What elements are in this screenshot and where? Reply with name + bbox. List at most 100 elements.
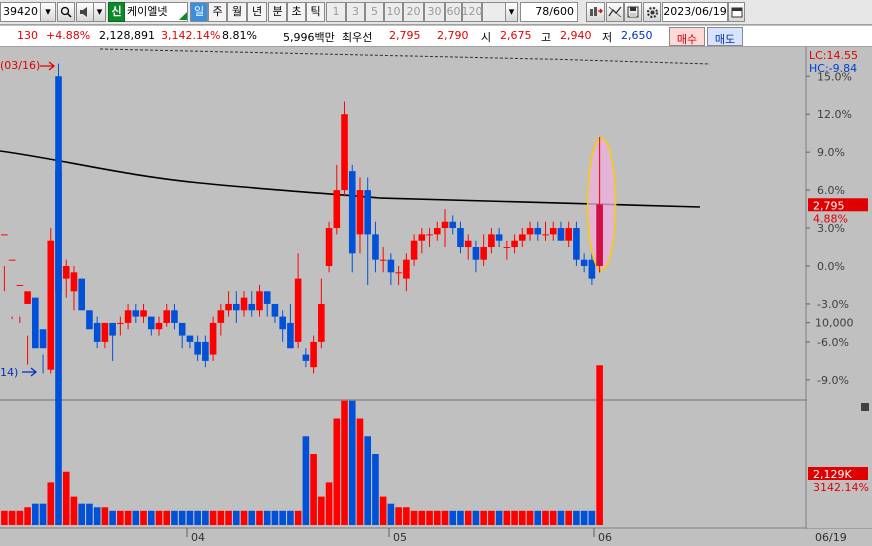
candle-body: [495, 234, 503, 241]
tab-period-label: 틱: [310, 5, 321, 18]
volume-bar: [318, 496, 325, 525]
candle-body: [565, 228, 572, 241]
volume-bar: [78, 503, 85, 525]
high-label: 고: [541, 31, 552, 44]
tab-period-0[interactable]: 일: [190, 2, 208, 22]
candle-body: [557, 228, 565, 241]
candle-body: [240, 297, 248, 311]
tab-period-1[interactable]: 주: [208, 2, 227, 22]
chart-link-icon: [589, 7, 603, 16]
candle-body: [194, 341, 201, 355]
candle-body: [356, 190, 364, 235]
tab-period-5[interactable]: 초: [287, 2, 306, 22]
settings-button[interactable]: [643, 2, 661, 22]
save-button[interactable]: [624, 2, 642, 22]
data-count-field[interactable]: 78/600: [520, 2, 578, 22]
interval-button-60[interactable]: 60: [445, 2, 462, 22]
tab-period-2[interactable]: 월: [227, 2, 247, 22]
low-price: 2,650: [621, 29, 653, 42]
volume-bar: [209, 510, 217, 525]
volume-bar: [178, 510, 186, 525]
candle-body: [140, 310, 147, 317]
volume-bar: [8, 510, 16, 525]
ask-price: 2,795: [389, 29, 421, 42]
search-button[interactable]: [57, 2, 75, 22]
turnover-pct: 8.81%: [222, 29, 257, 42]
candle-body: [24, 291, 31, 304]
interval-button-20[interactable]: 20: [403, 2, 424, 22]
candle-body: [503, 247, 511, 249]
volume-bar: [32, 503, 39, 525]
volume-bar: [588, 510, 596, 525]
stock-code-input[interactable]: 39420: [0, 2, 40, 22]
chevron-down-icon: ▾: [508, 5, 515, 18]
volume-bar: [16, 510, 24, 525]
candle-body: [8, 259, 16, 261]
interval-button-3[interactable]: 3: [346, 2, 365, 22]
current-volume: 2,129K: [813, 468, 852, 481]
candle-body: [364, 190, 372, 235]
candle-body: [32, 297, 39, 349]
volume-bar: [171, 510, 178, 525]
candle-body: [449, 221, 457, 229]
interval-button-10[interactable]: 10: [384, 2, 403, 22]
candle-body: [178, 322, 186, 336]
interval-label: 20: [406, 5, 421, 18]
stock-code-dropdown[interactable]: ▾: [40, 2, 56, 22]
volume-bar: [472, 510, 480, 525]
toolbar: 39420 ▾ ▾ 신 케이엘넷 ▾ 78/600 2023/06/19 일주월…: [0, 0, 872, 25]
buy-button-label: 매수: [676, 33, 698, 46]
hc-label: HC:-9.84: [809, 62, 857, 75]
price-chart[interactable]: 15.0%12.0%9.0%6.0%3.0%0.0%-3.0%-6.0%-9.0…: [0, 47, 872, 546]
candle-body: [233, 303, 240, 311]
yaxis-tick-label: -3.0%: [817, 298, 849, 311]
interval-button-30[interactable]: 30: [424, 2, 445, 22]
candle-body: [171, 310, 178, 323]
candle-body: [596, 204, 603, 266]
edit-chart-button[interactable]: [606, 2, 624, 22]
chart-link-button[interactable]: [586, 2, 605, 22]
low-label: 저: [602, 31, 613, 44]
candle-body: [70, 272, 78, 292]
candle-body: [1, 234, 8, 236]
stock-name-label: 케이엘넷: [127, 5, 168, 18]
volume-bar: [47, 482, 55, 525]
volume-bar: [565, 510, 572, 525]
open-label: 시: [481, 31, 492, 44]
interval-button-5[interactable]: 5: [365, 2, 384, 22]
volume-bar: [271, 510, 279, 525]
candle-body: [457, 228, 464, 248]
speaker-dropdown[interactable]: ▾: [94, 2, 106, 22]
candle-body: [573, 228, 580, 260]
interval-dropdown[interactable]: ▾: [505, 2, 518, 22]
interval-label: 30: [427, 5, 442, 18]
sell-button[interactable]: 매도: [707, 27, 743, 46]
price-change-pct: +4.88%: [46, 29, 91, 42]
candle-body: [124, 310, 132, 323]
buy-button[interactable]: 매수: [669, 27, 705, 46]
volume-bar: [86, 503, 93, 525]
volume-bar: [225, 510, 232, 525]
date-field[interactable]: 2023/06/19: [662, 2, 728, 22]
candle-body: [147, 316, 155, 330]
search-icon: [60, 6, 72, 18]
calendar-button[interactable]: [728, 2, 745, 22]
candle-body: [379, 259, 387, 261]
interval-button-1[interactable]: 1: [326, 2, 346, 22]
candle-body: [333, 190, 341, 229]
volume-bar: [526, 510, 534, 525]
candle-body: [395, 272, 402, 274]
speaker-button[interactable]: [76, 2, 94, 22]
interval-label: 1: [332, 5, 340, 18]
current-pct: 4.88%: [813, 212, 848, 225]
volume-bar: [426, 510, 433, 525]
interval-label: 10: [386, 5, 401, 18]
tab-period-3[interactable]: 년: [247, 2, 267, 22]
volume-bar: [449, 510, 457, 525]
yaxis-tick-label: -6.0%: [817, 336, 849, 349]
interval-button-120[interactable]: 120: [462, 2, 483, 22]
tab-period-4[interactable]: 분: [268, 2, 287, 22]
candle-body: [155, 322, 163, 330]
volume-bar: [117, 510, 124, 525]
tab-period-6[interactable]: 틱: [306, 2, 325, 22]
